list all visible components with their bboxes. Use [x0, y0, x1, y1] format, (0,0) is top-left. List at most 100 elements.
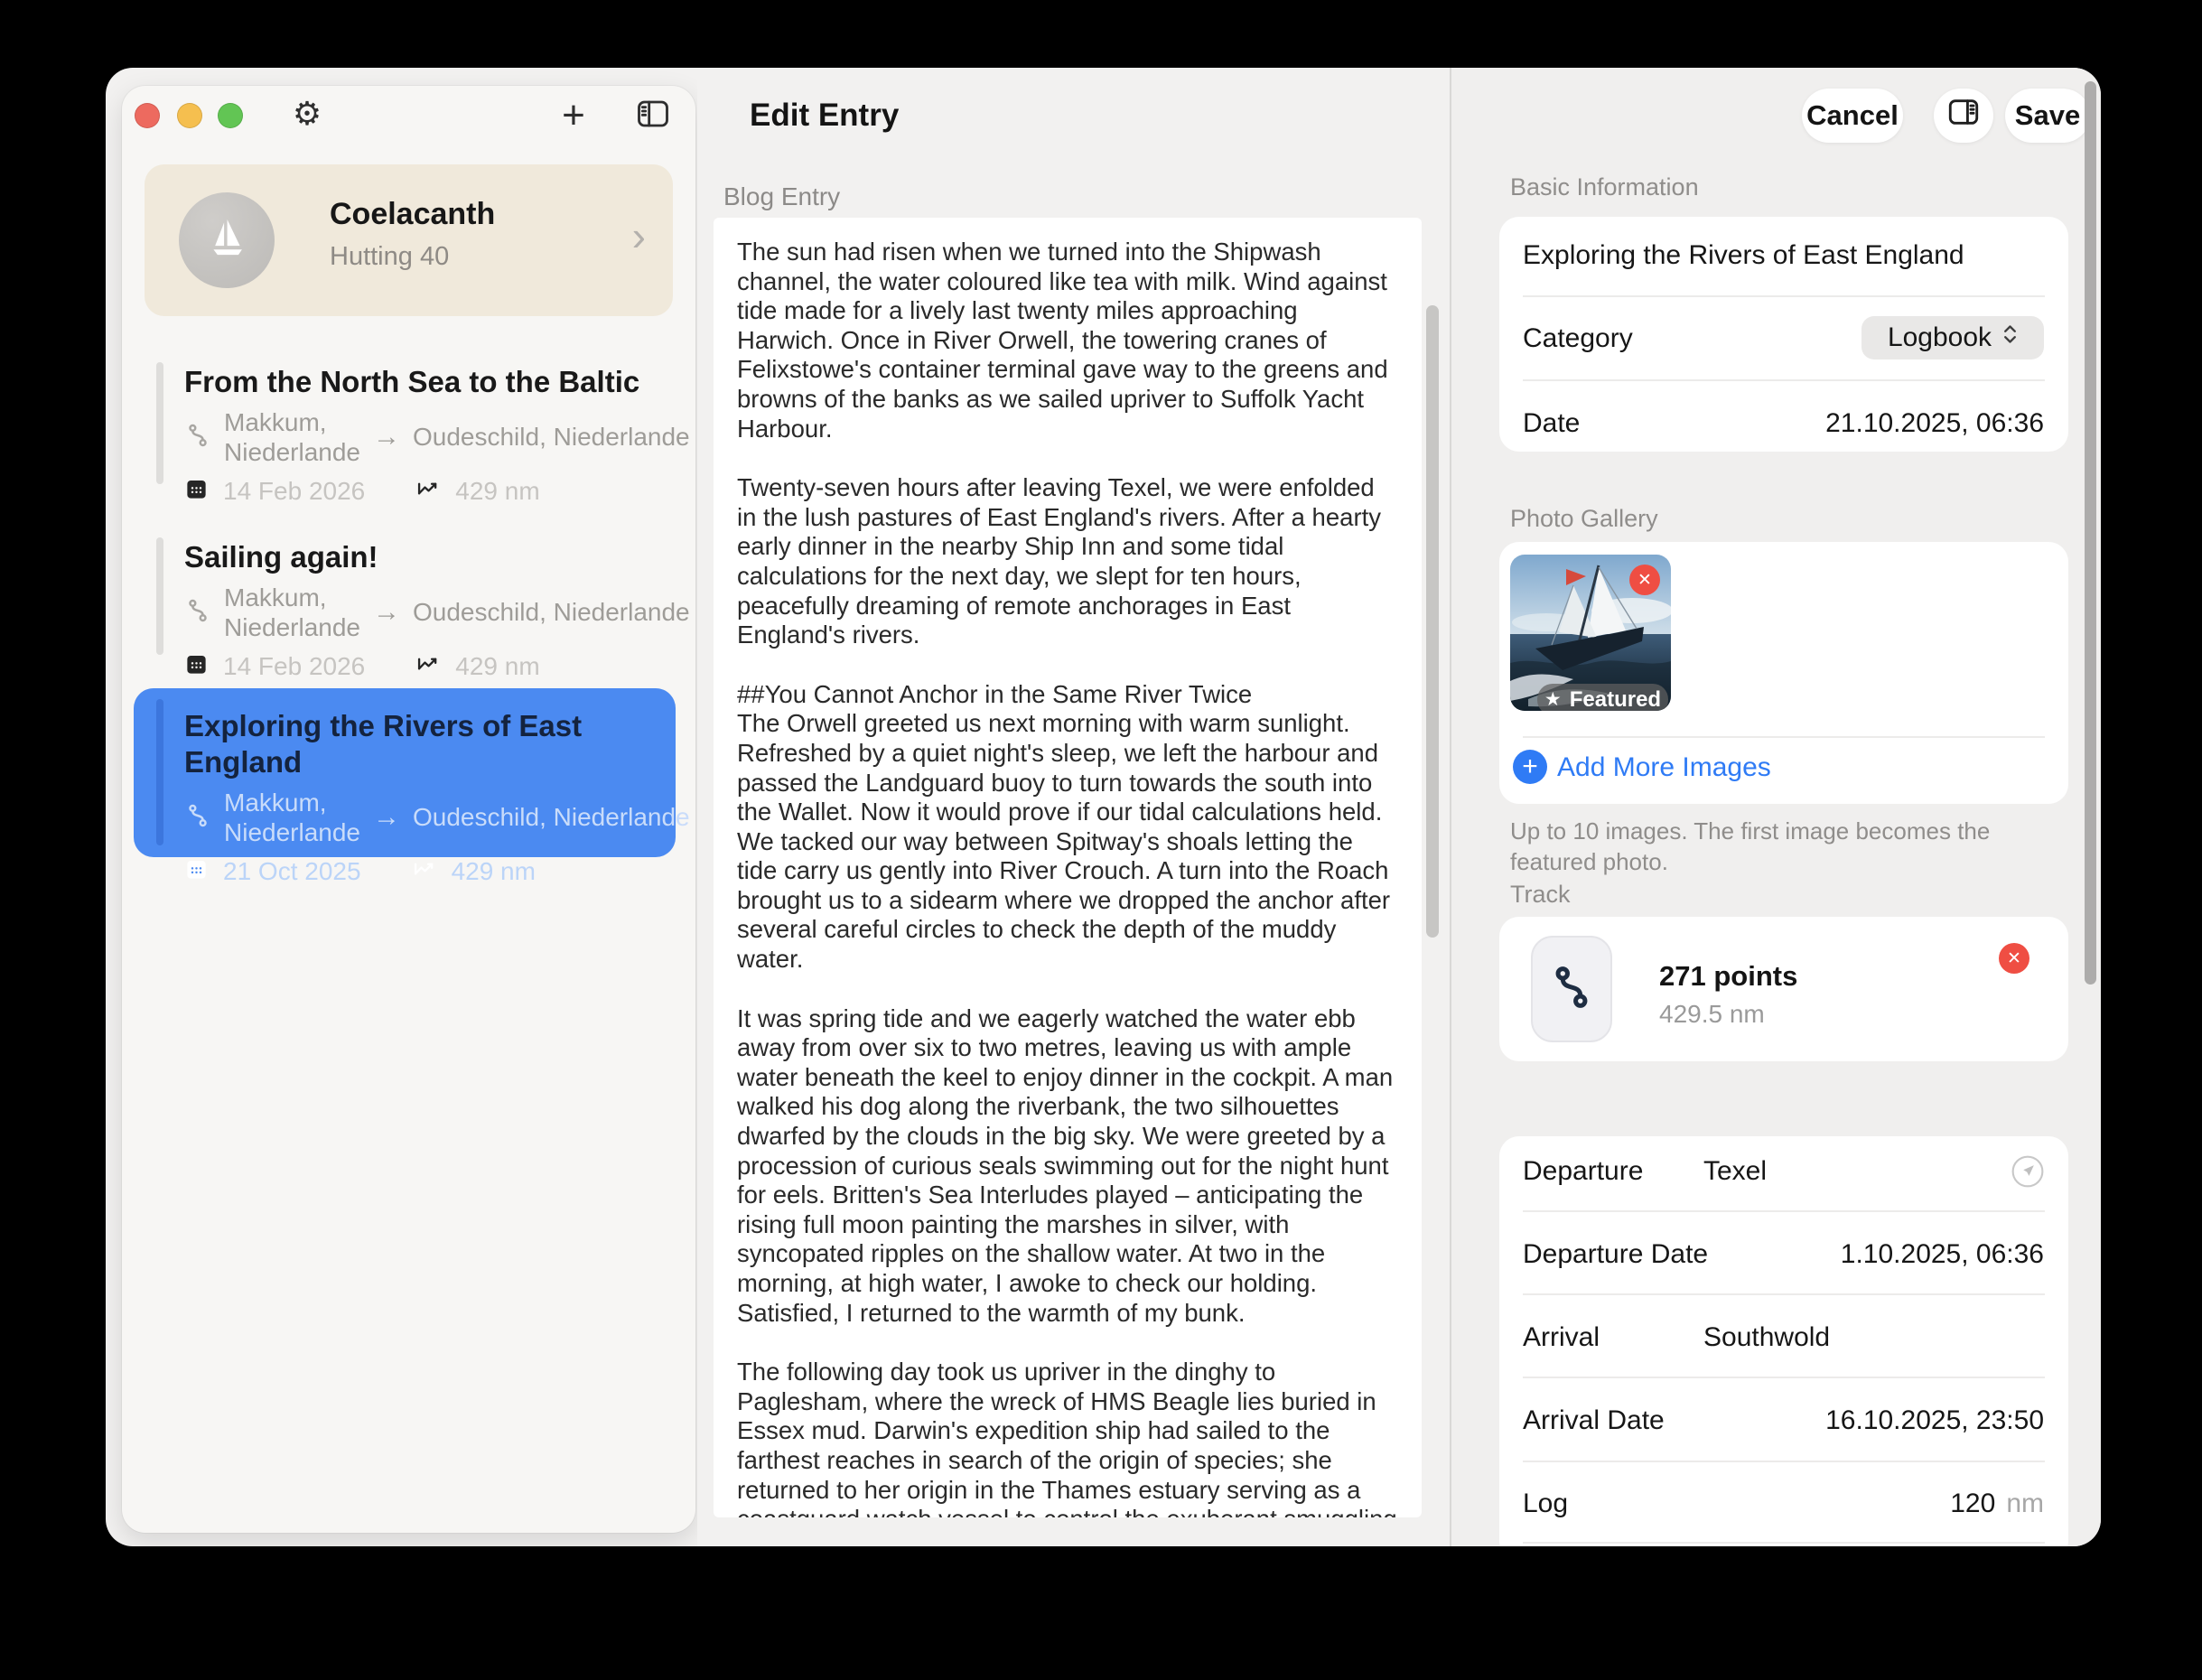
toggle-inspector-button[interactable] — [1934, 89, 1993, 143]
settings-gear-icon[interactable]: ⚙ — [287, 95, 327, 133]
calendar-icon — [184, 857, 209, 886]
entry-accent-bar — [156, 362, 163, 484]
track-distance: 429.5 nm — [1659, 1000, 1765, 1029]
editor-scrollbar[interactable] — [1426, 305, 1439, 938]
window-close-button[interactable] — [135, 103, 160, 128]
entry-accent-bar — [156, 537, 163, 655]
departure-value[interactable]: Texel — [1703, 1156, 1767, 1187]
window-zoom-button[interactable] — [218, 103, 243, 128]
entry-date: 14 Feb 2026 — [223, 652, 365, 681]
category-value: Logbook — [1888, 322, 1992, 353]
entry-distance: 429 nm — [452, 857, 536, 886]
save-button[interactable]: Save — [2005, 89, 2090, 143]
voyage-details-card: Departure Texel Departure Date 1.10.2025… — [1499, 1136, 2068, 1546]
remove-track-button[interactable]: ✕ — [1999, 943, 2029, 974]
chevron-right-icon: › — [632, 215, 646, 257]
arrow-right-icon: → — [373, 802, 400, 833]
divider — [1523, 1377, 2045, 1378]
inspector-panel: Cancel Save Basic Information Exploring … — [1451, 68, 2101, 1546]
sidebar-right-icon — [1945, 95, 1982, 136]
divider — [1523, 1542, 2045, 1544]
entry-title: From the North Sea to the Baltic — [184, 364, 658, 400]
featured-badge: ★ Featured — [1537, 684, 1668, 711]
arrow-right-icon: → — [373, 422, 400, 453]
page-title: Edit Entry — [750, 98, 899, 134]
calendar-icon — [184, 477, 209, 506]
boat-avatar — [179, 192, 275, 288]
photo-gallery-label: Photo Gallery — [1510, 505, 1658, 533]
distance-chart-icon — [415, 476, 441, 506]
route-icon — [184, 597, 211, 629]
add-more-images-button[interactable]: Add More Images — [1557, 752, 1771, 783]
boat-profile-card[interactable]: Coelacanth Hutting 40 › — [145, 164, 673, 316]
divider — [1523, 1293, 2045, 1295]
window-minimize-button[interactable] — [177, 103, 202, 128]
close-icon: ✕ — [2007, 948, 2021, 969]
divider — [1523, 1461, 2045, 1462]
log-number: 120 — [1950, 1489, 1995, 1518]
entry-title: Sailing again! — [184, 539, 658, 575]
boat-name: Coelacanth — [330, 197, 495, 232]
entry-list-item[interactable]: From the North Sea to the Baltic Makkum,… — [134, 351, 676, 496]
calendar-icon — [184, 652, 209, 681]
entry-distance: 429 nm — [455, 477, 539, 506]
arrival-location: Oudeschild, Niederlande — [413, 423, 690, 452]
track-card: 271 points 429.5 nm ✕ — [1499, 917, 2068, 1061]
track-points: 271 points — [1659, 960, 1797, 993]
arrival-label: Arrival — [1523, 1322, 1600, 1353]
entry-title: Exploring the Rivers of East England — [184, 708, 658, 780]
editor-pane: Edit Entry Blog Entry The sun had risen … — [697, 68, 1450, 1546]
distance-chart-icon — [415, 651, 441, 681]
add-images-plus-icon[interactable]: + — [1513, 750, 1547, 784]
blog-entry-textarea[interactable]: The sun had risen when we turned into th… — [714, 218, 1422, 1517]
inspector-scrollbar[interactable] — [2085, 81, 2096, 985]
route-icon — [1548, 964, 1595, 1015]
entry-list-item-selected[interactable]: Exploring the Rivers of East England Mak… — [134, 688, 676, 857]
arrow-right-icon: → — [373, 597, 400, 628]
blog-paragraph: Twenty-seven hours after leaving Texel, … — [737, 473, 1398, 650]
close-icon: ✕ — [1638, 570, 1652, 591]
entry-date: 14 Feb 2026 — [223, 477, 365, 506]
arrival-location: Oudeschild, Niederlande — [413, 803, 690, 832]
distance-chart-icon — [412, 856, 437, 886]
entry-list-item[interactable]: Sailing again! Makkum, Niederlande → Oud… — [134, 527, 676, 667]
log-label: Log — [1523, 1489, 1568, 1519]
toggle-sidebar-button[interactable] — [632, 96, 674, 135]
log-unit: nm — [2006, 1489, 2044, 1518]
sailboat-icon — [201, 213, 252, 268]
remove-photo-button[interactable]: ✕ — [1629, 565, 1660, 595]
app-window: ⚙ + Coelacanth — [106, 68, 2101, 1546]
entry-distance: 429 nm — [455, 652, 539, 681]
cancel-button[interactable]: Cancel — [1802, 89, 1903, 143]
arrival-value[interactable]: Southwold — [1703, 1322, 1830, 1353]
date-value[interactable]: 21.10.2025, 06:36 — [1825, 408, 2044, 439]
log-value[interactable]: 120 nm — [1950, 1489, 2044, 1519]
arrival-date-value[interactable]: 16.10.2025, 23:50 — [1825, 1405, 2044, 1436]
divider — [1523, 379, 2045, 381]
departure-location: Makkum, Niederlande — [224, 583, 360, 642]
boat-model: Hutting 40 — [330, 242, 449, 272]
sidebar: ⚙ + Coelacanth — [122, 86, 695, 1533]
blog-paragraph: The sun had risen when we turned into th… — [737, 238, 1398, 443]
blog-paragraph: The following day took us upriver in the… — [737, 1358, 1398, 1517]
gallery-hint-text: Up to 10 images. The first image becomes… — [1510, 816, 2016, 877]
blog-entry-label: Blog Entry — [723, 182, 840, 211]
arrival-location: Oudeschild, Niederlande — [413, 598, 690, 627]
arrival-date-label: Arrival Date — [1523, 1405, 1665, 1436]
category-select[interactable]: Logbook — [1861, 316, 2044, 359]
entry-title-field[interactable]: Exploring the Rivers of East England — [1523, 240, 1964, 271]
basic-information-card: Exploring the Rivers of East England Cat… — [1499, 217, 2068, 452]
add-entry-button[interactable]: + — [553, 96, 594, 135]
basic-information-label: Basic Information — [1510, 173, 1699, 201]
plus-icon: + — [1522, 751, 1538, 782]
divider — [1523, 1210, 2045, 1212]
star-icon: ★ — [1544, 688, 1562, 711]
departure-location: Makkum, Niederlande — [224, 407, 360, 467]
entry-accent-bar — [156, 699, 163, 845]
divider — [1523, 736, 2045, 738]
departure-date-value[interactable]: 1.10.2025, 06:36 — [1841, 1239, 2044, 1270]
divider — [1523, 295, 2045, 297]
route-icon — [184, 422, 211, 453]
location-icon[interactable] — [2011, 1154, 2045, 1193]
route-icon — [184, 802, 211, 834]
